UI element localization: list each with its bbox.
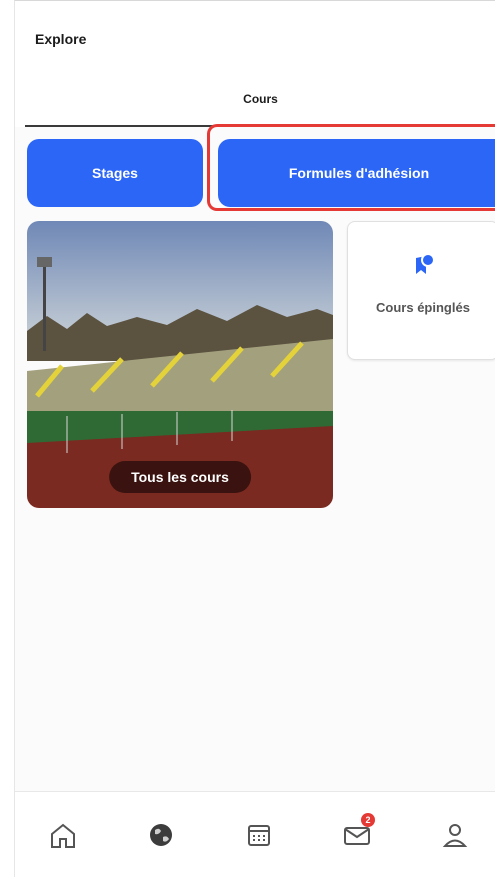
formules-adhesion-button[interactable]: Formules d'adhésion — [218, 139, 495, 207]
mail-icon[interactable]: 2 — [339, 813, 375, 853]
bottom-navigation: 2 — [15, 791, 495, 877]
globe-icon[interactable] — [143, 817, 179, 853]
pinned-courses-label: Cours épinglés — [376, 300, 470, 315]
mail-badge: 2 — [361, 813, 375, 827]
home-icon[interactable] — [45, 817, 81, 853]
profile-icon[interactable] — [437, 817, 473, 853]
top-bar: Explore — [15, 1, 495, 71]
pinned-courses-card[interactable]: Cours épinglés — [347, 221, 495, 360]
pin-icon — [412, 252, 436, 283]
app-screen: Explore Cours Stages Formules d'adhésion — [14, 0, 495, 877]
all-courses-card[interactable]: Tous les cours — [27, 221, 333, 508]
calendar-icon[interactable] — [241, 817, 277, 853]
tab-bar: Cours — [15, 71, 495, 127]
all-courses-label: Tous les cours — [109, 461, 251, 493]
page-title: Explore — [35, 31, 87, 47]
stages-button[interactable]: Stages — [27, 139, 203, 207]
tab-cours[interactable]: Cours — [25, 71, 495, 127]
active-tab-indicator — [25, 125, 495, 127]
